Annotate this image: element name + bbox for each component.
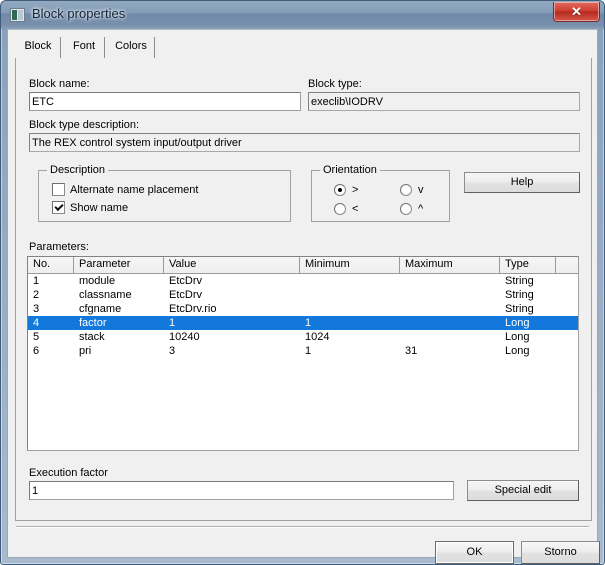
orientation-label-down[interactable]: v <box>418 184 424 196</box>
orientation-label-right[interactable]: > <box>352 184 358 196</box>
parameters-grid[interactable]: No. Parameter Value Minimum Maximum Type… <box>27 256 579 451</box>
cell-minimum: 1 <box>305 317 312 329</box>
dialog-client-area: Block Font Colors Block name: Block type… <box>7 29 600 564</box>
window-title: Block properties <box>32 6 126 21</box>
tab-block-label: Block <box>24 40 52 52</box>
table-row[interactable]: 2 classname EtcDrv String <box>28 288 578 302</box>
cell-parameter: module <box>79 275 116 287</box>
block-name-label: Block name: <box>29 78 90 90</box>
cell-value: EtcDrv.rio <box>169 303 217 315</box>
table-row[interactable]: 1 module EtcDrv String <box>28 274 578 288</box>
orientation-radio-up[interactable] <box>400 203 412 215</box>
column-header-maximum[interactable]: Maximum <box>400 257 500 273</box>
tab-font-label: Font <box>72 40 95 52</box>
tab-font[interactable]: Font <box>63 37 105 58</box>
column-header-minimum[interactable]: Minimum <box>300 257 400 273</box>
cell-type: String <box>505 275 534 287</box>
close-button[interactable]: ✕ <box>553 2 600 22</box>
column-header-parameter[interactable]: Parameter <box>74 257 164 273</box>
cell-parameter: stack <box>79 331 105 343</box>
cell-maximum <box>405 330 500 344</box>
cell-minimum: 1024 <box>305 331 330 343</box>
ok-button-label: OK <box>466 546 483 558</box>
close-icon: ✕ <box>571 4 582 19</box>
block-name-input[interactable] <box>29 92 301 111</box>
table-row[interactable]: 3 cfgname EtcDrv.rio String <box>28 302 578 316</box>
cell-maximum: 31 <box>405 345 418 357</box>
cell-maximum <box>405 316 500 330</box>
parameters-grid-body: 1 module EtcDrv String 2 classname EtcDr… <box>28 274 578 450</box>
block-icon <box>10 8 25 22</box>
ok-button[interactable]: OK <box>435 541 514 564</box>
cell-parameter: factor <box>79 317 107 329</box>
button-bar-separator <box>16 526 589 528</box>
cell-minimum <box>305 302 400 316</box>
cell-maximum <box>405 288 500 302</box>
help-button[interactable]: Help <box>464 172 580 193</box>
orientation-radio-left[interactable] <box>334 203 346 215</box>
tab-colors-label: Colors <box>115 40 147 52</box>
parameters-label: Parameters: <box>29 241 89 253</box>
cell-value: 3 <box>169 345 176 357</box>
cell-maximum <box>405 274 500 288</box>
column-header-value[interactable]: Value <box>164 257 300 273</box>
alternate-name-placement-checkbox[interactable] <box>52 183 65 196</box>
block-type-description-label: Block type description: <box>29 119 140 131</box>
column-header-type[interactable]: Type <box>500 257 556 273</box>
cell-no: 6 <box>33 345 40 357</box>
column-header-extra[interactable] <box>556 257 578 273</box>
cell-no: 3 <box>33 303 40 315</box>
description-group: Description <box>38 164 291 222</box>
tab-colors[interactable]: Colors <box>107 37 155 58</box>
table-row[interactable]: 4 factor 1 1 Long <box>28 316 578 330</box>
special-edit-button-label: Special edit <box>494 484 552 496</box>
orientation-group: Orientation <box>311 164 450 222</box>
cell-maximum <box>405 302 500 316</box>
cell-minimum: 1 <box>305 345 312 357</box>
show-name-checkbox[interactable] <box>52 201 65 214</box>
orientation-radio-right[interactable] <box>334 184 346 196</box>
parameters-grid-header: No. Parameter Value Minimum Maximum Type <box>28 257 578 274</box>
cell-value: EtcDrv <box>169 275 202 287</box>
cell-value: EtcDrv <box>169 289 202 301</box>
block-type-label: Block type: <box>308 78 362 90</box>
cell-type: String <box>505 303 534 315</box>
tab-block[interactable]: Block <box>15 37 61 58</box>
column-header-no[interactable]: No. <box>28 257 74 273</box>
orientation-group-caption: Orientation <box>320 164 380 176</box>
cell-type: Long <box>505 317 530 329</box>
cancel-button[interactable]: Storno <box>521 541 600 564</box>
cancel-button-label: Storno <box>544 546 577 558</box>
block-type-input[interactable] <box>308 92 580 111</box>
cell-type: String <box>505 289 534 301</box>
cell-no: 5 <box>33 331 40 343</box>
title-bar[interactable]: Block properties ✕ <box>1 1 604 29</box>
cell-no: 4 <box>33 317 40 329</box>
cell-type: Long <box>505 345 530 357</box>
block-type-description-input[interactable] <box>29 133 580 152</box>
orientation-label-up[interactable]: ^ <box>418 203 423 215</box>
help-button-label: Help <box>510 176 534 188</box>
orientation-radio-down[interactable] <box>400 184 412 196</box>
alternate-name-placement-label[interactable]: Alternate name placement <box>70 184 198 196</box>
orientation-label-left[interactable]: < <box>352 203 358 215</box>
execution-factor-label: Execution factor <box>29 467 108 479</box>
cell-parameter: cfgname <box>79 303 122 315</box>
cell-no: 1 <box>33 275 40 287</box>
cell-minimum <box>305 288 400 302</box>
cell-parameter: classname <box>79 289 132 301</box>
table-row[interactable]: 6 pri 3 1 31 Long <box>28 344 578 358</box>
special-edit-button[interactable]: Special edit <box>467 480 579 501</box>
cell-no: 2 <box>33 289 40 301</box>
cell-parameter: pri <box>79 345 92 357</box>
cell-type: Long <box>505 331 530 343</box>
execution-factor-input[interactable] <box>29 481 454 500</box>
description-group-caption: Description <box>47 164 109 176</box>
table-row[interactable]: 5 stack 10240 1024 Long <box>28 330 578 344</box>
cell-value: 1 <box>169 317 176 329</box>
show-name-label[interactable]: Show name <box>70 202 128 214</box>
cell-value: 10240 <box>169 331 200 343</box>
cell-minimum <box>305 274 400 288</box>
